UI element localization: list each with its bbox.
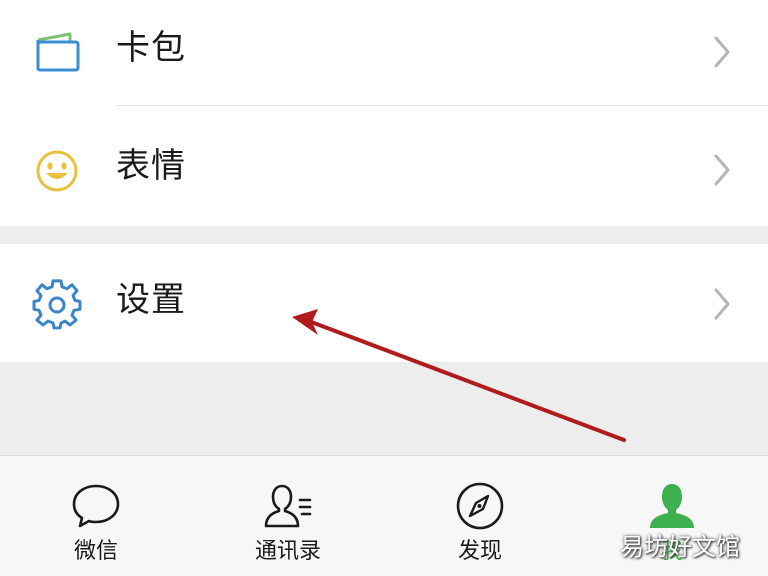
chevron-right-icon — [714, 288, 730, 320]
watermark: 易坊好文馆 — [620, 533, 740, 561]
wallet-icon — [36, 32, 80, 72]
menu-item-label: 设置 — [116, 280, 186, 320]
menu-item-label: 卡包 — [116, 28, 186, 68]
tab-label: 微信 — [73, 539, 118, 564]
person-icon — [650, 484, 694, 528]
contacts-icon — [264, 484, 312, 528]
tab-chats[interactable]: 微信 — [0, 456, 192, 576]
menu-item-card-wallet[interactable]: 卡包 — [0, 0, 768, 104]
tab-contacts[interactable]: 通讯录 — [192, 456, 384, 576]
tab-label: 通讯录 — [254, 539, 321, 564]
compass-icon — [456, 482, 504, 530]
gear-icon — [32, 279, 82, 330]
divider — [116, 105, 768, 106]
tab-label: 发现 — [457, 539, 502, 564]
smiley-icon — [36, 150, 78, 192]
chevron-right-icon — [714, 154, 730, 186]
me-page: 卡包 表情 设置 微信 通讯录 发现 我 易坊好文馆 — [0, 0, 768, 576]
chat-bubble-icon — [72, 484, 120, 528]
menu-group-top: 卡包 表情 — [0, 0, 768, 226]
menu-item-settings[interactable]: 设置 — [0, 252, 768, 356]
tab-discover[interactable]: 发现 — [384, 456, 576, 576]
menu-item-label: 表情 — [116, 146, 186, 186]
menu-group-settings: 设置 — [0, 244, 768, 362]
menu-item-stickers[interactable]: 表情 — [0, 118, 768, 222]
chevron-right-icon — [714, 36, 730, 68]
